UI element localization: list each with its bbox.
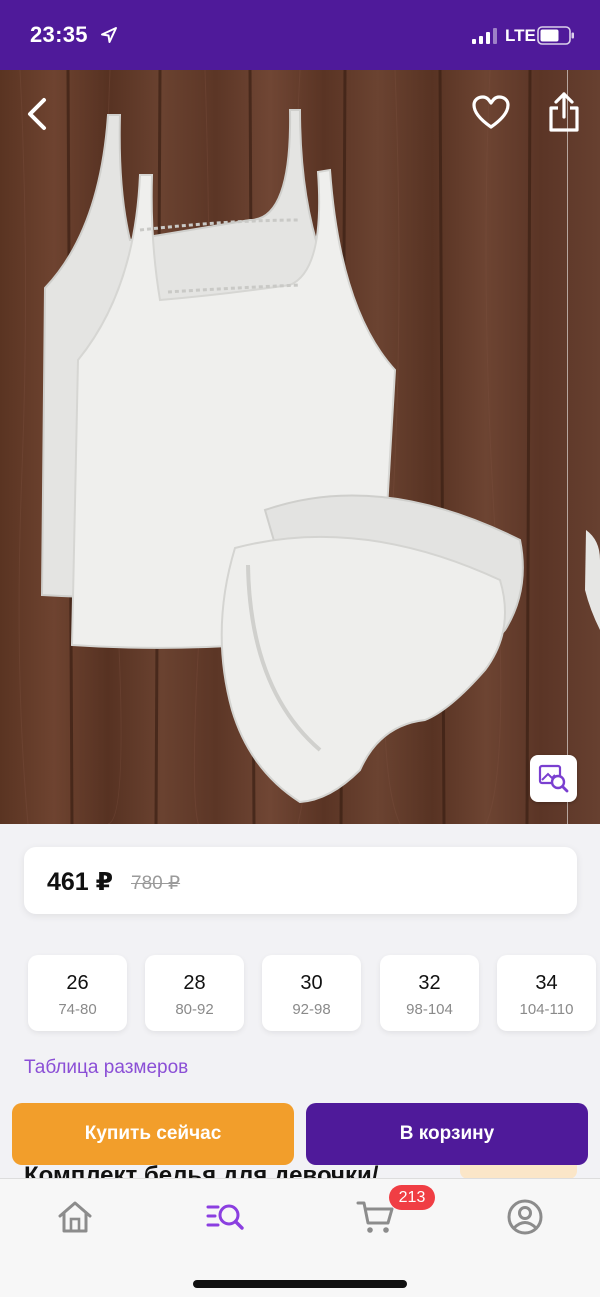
size-selector: 26 74-80 28 80-92 30 92-98 32 98-104 34 … bbox=[0, 955, 600, 1031]
profile-icon[interactable] bbox=[505, 1197, 545, 1237]
current-price: 461 ₽ bbox=[47, 868, 114, 896]
bottom-tab-bar: 213 bbox=[0, 1178, 600, 1297]
size-height-range: 80-92 bbox=[175, 1001, 214, 1018]
chevron-left-icon[interactable] bbox=[18, 92, 58, 136]
cart-count-badge: 213 bbox=[389, 1185, 435, 1210]
battery-icon bbox=[537, 26, 574, 45]
share-icon[interactable] bbox=[544, 90, 584, 134]
product-image[interactable] bbox=[0, 70, 600, 824]
catalog-search-icon[interactable] bbox=[205, 1197, 245, 1237]
signal-bars-icon bbox=[472, 28, 497, 44]
size-table-link[interactable]: Таблица размеров bbox=[24, 1057, 188, 1079]
product-photo-clothes bbox=[40, 109, 600, 804]
price-card: 461 ₽ 780 ₽ bbox=[24, 847, 577, 914]
size-number: 28 bbox=[183, 972, 206, 994]
size-height-range: 104-110 bbox=[519, 1001, 574, 1018]
product-badge bbox=[460, 1165, 577, 1179]
heart-icon[interactable] bbox=[470, 92, 512, 134]
size-number: 30 bbox=[300, 972, 323, 994]
image-gallery-divider bbox=[567, 70, 568, 824]
size-height-range: 98-104 bbox=[406, 1001, 453, 1018]
old-price: 780 ₽ bbox=[131, 873, 181, 894]
network-type: LTE bbox=[505, 26, 536, 45]
cart-icon[interactable] bbox=[355, 1197, 395, 1237]
size-option-32[interactable]: 32 98-104 bbox=[380, 955, 479, 1031]
size-option-30[interactable]: 30 92-98 bbox=[262, 955, 361, 1031]
add-to-cart-button[interactable]: В корзину bbox=[306, 1103, 588, 1165]
size-option-28[interactable]: 28 80-92 bbox=[145, 955, 244, 1031]
buy-now-button[interactable]: Купить сейчас bbox=[12, 1103, 294, 1165]
size-option-26[interactable]: 26 74-80 bbox=[28, 955, 127, 1031]
image-search-button[interactable] bbox=[530, 755, 577, 802]
size-number: 26 bbox=[66, 972, 89, 994]
home-icon[interactable] bbox=[55, 1197, 95, 1237]
image-search-icon bbox=[538, 764, 569, 793]
home-indicator[interactable] bbox=[193, 1280, 407, 1288]
size-height-range: 74-80 bbox=[58, 1001, 97, 1018]
size-number: 32 bbox=[418, 972, 441, 994]
status-bar: 23:35 LTE bbox=[0, 0, 600, 70]
size-option-34[interactable]: 34 104-110 bbox=[497, 955, 596, 1031]
size-number: 34 bbox=[535, 972, 558, 994]
size-height-range: 92-98 bbox=[292, 1001, 331, 1018]
location-arrow-icon bbox=[101, 27, 117, 43]
status-time: 23:35 bbox=[30, 22, 88, 47]
